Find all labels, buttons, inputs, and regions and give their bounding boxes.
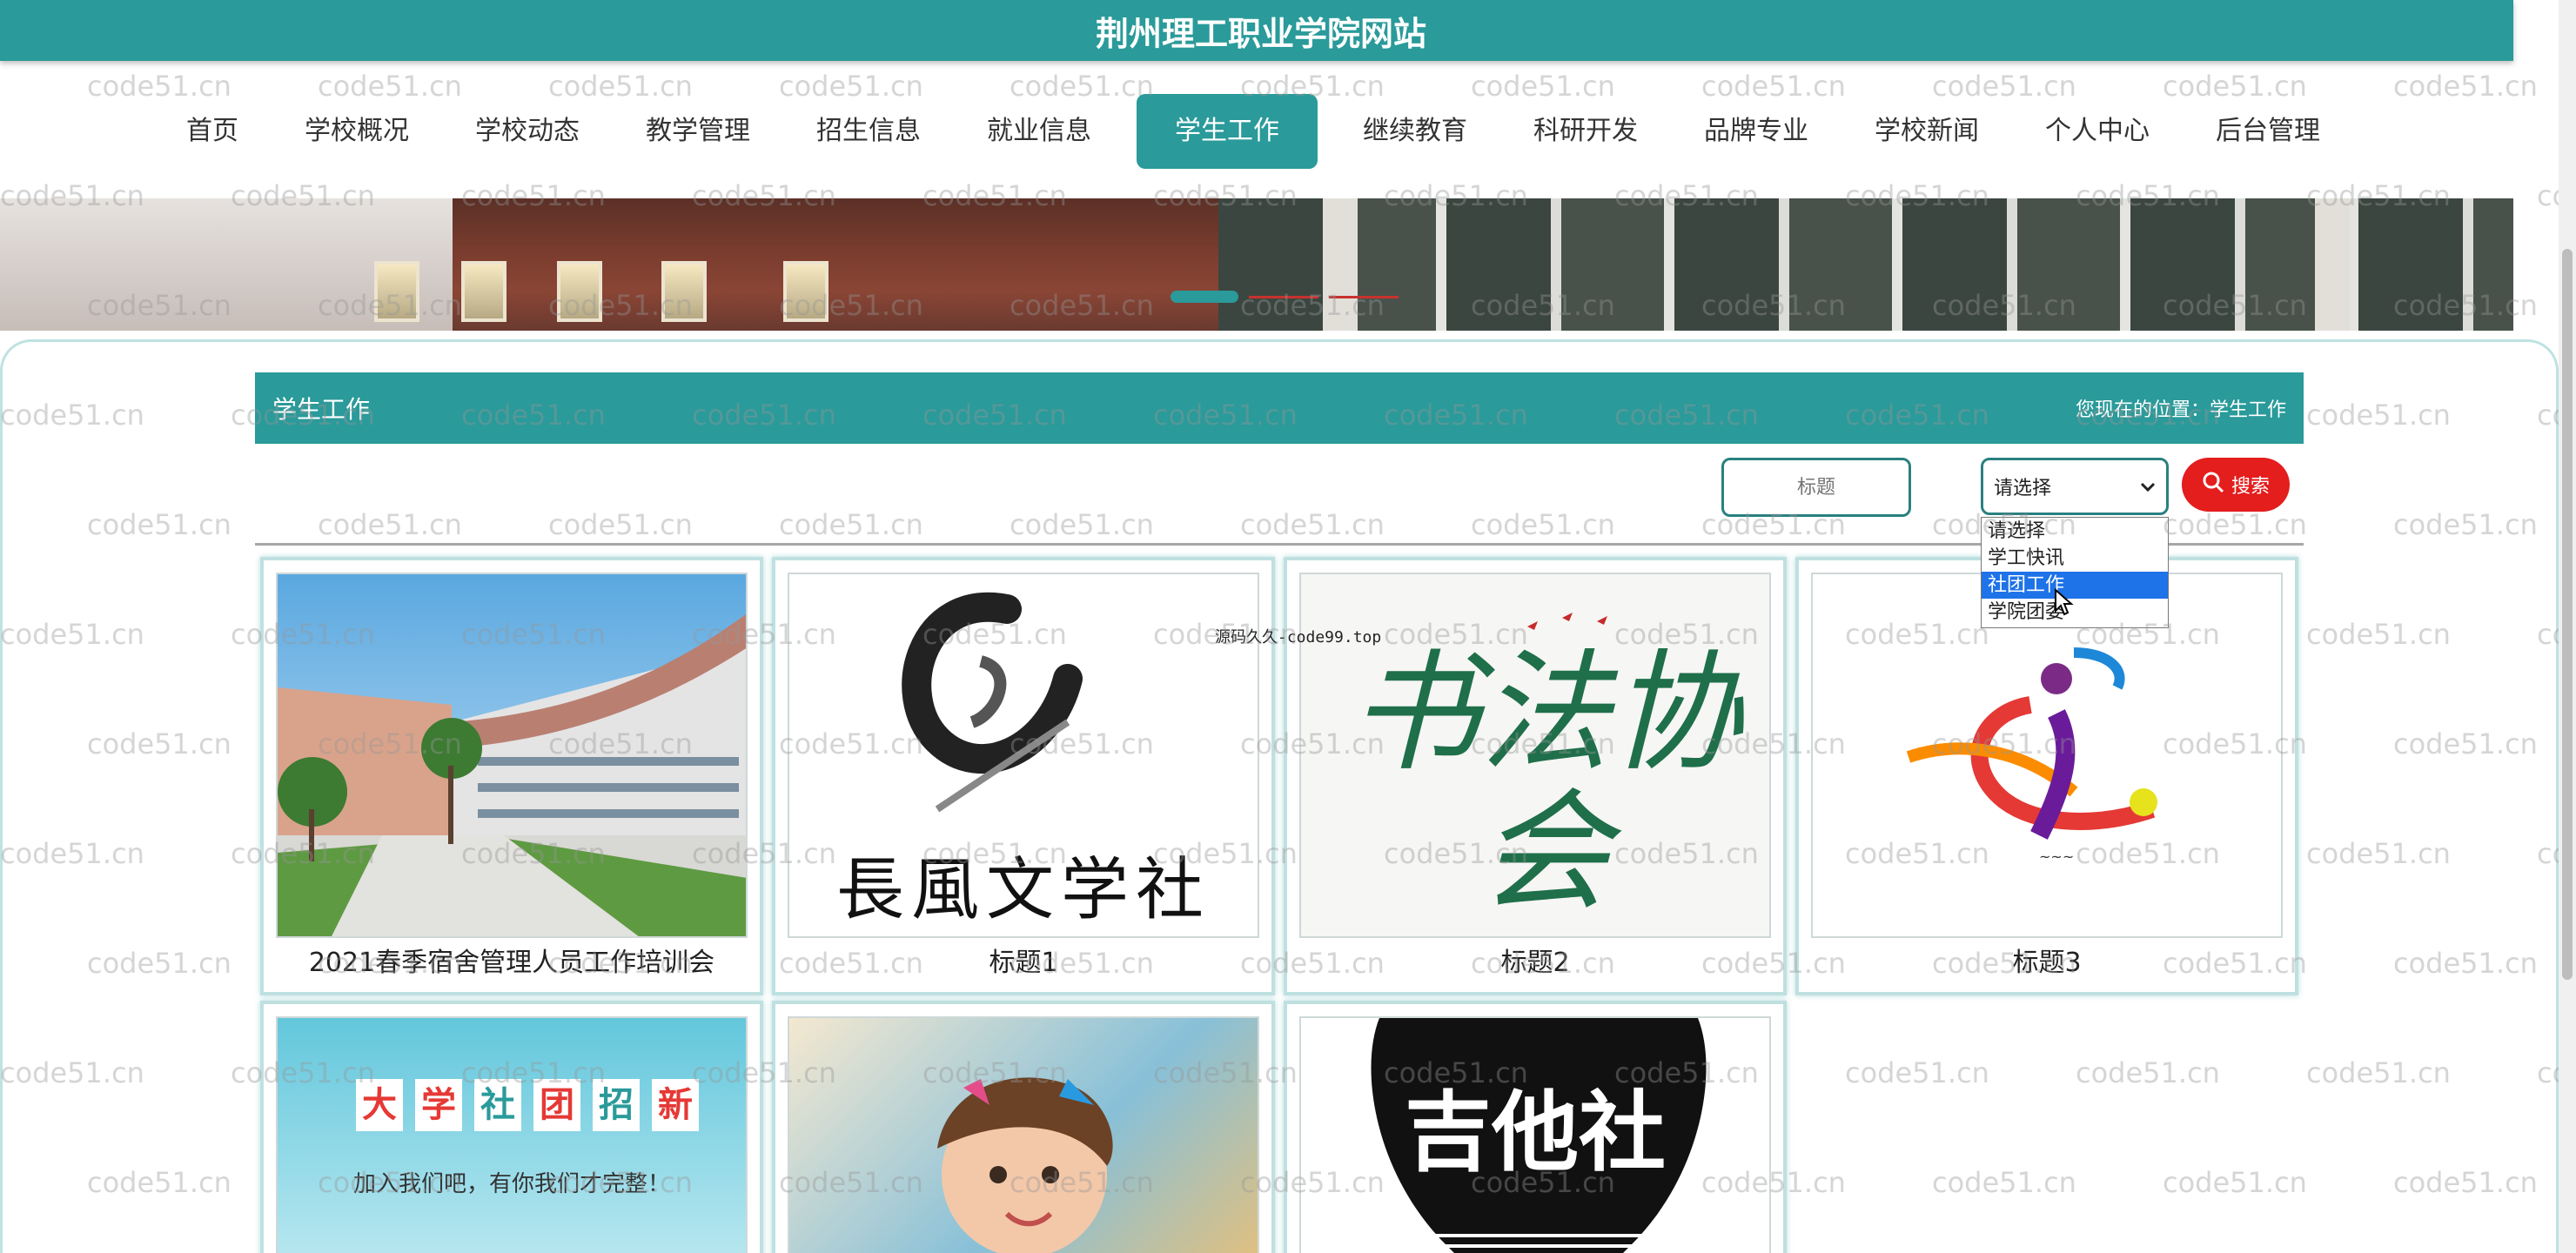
carousel-dot-active[interactable] (1171, 291, 1238, 303)
nav-admissions[interactable]: 招生信息 (795, 94, 942, 169)
nav-research[interactable]: 科研开发 (1513, 94, 1659, 169)
banner-column (2315, 198, 2350, 331)
banner-window (461, 261, 506, 322)
recruitment-badges: 大 学 社 团 招 新 (356, 1079, 699, 1131)
title-search-input[interactable] (1721, 458, 1911, 517)
nav-home[interactable]: 首页 (165, 94, 259, 169)
recruitment-char: 大 (356, 1079, 403, 1131)
card-image-text: 书法协会 (1348, 638, 1741, 928)
nav-continuing-education[interactable]: 继续教育 (1342, 94, 1488, 169)
nav-employment[interactable]: 就业信息 (966, 94, 1112, 169)
article-card[interactable]: 吉他社 (1284, 1001, 1787, 1253)
banner-window (783, 261, 828, 322)
card-image[interactable] (276, 573, 748, 938)
sports-figure-logo-icon: ~~~ (1813, 574, 2281, 936)
nav-admin[interactable]: 后台管理 (2195, 94, 2341, 169)
dropdown-option[interactable]: 学院团委 (1982, 599, 2168, 626)
nav-personal-center[interactable]: 个人中心 (2024, 94, 2170, 169)
recruitment-subtext: 加入我们吧，有你我们才完整！ (352, 1171, 670, 1197)
watermark-text: code51.cn (2537, 179, 2559, 212)
card-image[interactable] (788, 1016, 1259, 1253)
article-card[interactable]: 2021春季宿舍管理人员工作培训会 (260, 557, 763, 995)
card-image-text: 吉他社 (1405, 1082, 1666, 1183)
search-button-label: 搜索 (2231, 476, 2270, 498)
card-image[interactable]: 大 学 社 团 招 新 加入我们吧，有你我们才完整！ (276, 1016, 748, 1253)
search-button[interactable]: 搜索 (2182, 458, 2290, 512)
site-title: 荆州理工职业学院网站 (1095, 14, 1426, 53)
dropdown-option[interactable]: 学工快讯 (1982, 545, 2168, 572)
article-card[interactable]: 书法协会 标题2 (1284, 557, 1787, 995)
carousel-dot[interactable] (1329, 295, 1399, 298)
article-card[interactable] (772, 1001, 1275, 1253)
site-header: 荆州理工职业学院网站 (0, 0, 2513, 61)
recruitment-char: 招 (593, 1079, 640, 1131)
article-card[interactable]: 長風文学社 标题1 (772, 557, 1275, 995)
mouse-cursor-icon (2055, 588, 2074, 616)
nav-student-work[interactable]: 学生工作 (1137, 94, 1318, 169)
hero-banner (0, 198, 2513, 331)
dropdown-option-highlighted[interactable]: 社团工作 (1982, 572, 2168, 599)
article-card[interactable]: 大 学 社 团 招 新 加入我们吧，有你我们才完整！ (260, 1001, 763, 1253)
breadcrumb-label: 您现在的位置： (2075, 399, 2210, 421)
section-header: 学生工作 您现在的位置： 学生工作 (255, 372, 2304, 444)
carousel-indicators (1171, 291, 1399, 303)
nav-teaching-management[interactable]: 教学管理 (625, 94, 771, 169)
search-icon (2202, 471, 2224, 499)
scrollbar-thumb[interactable] (2562, 249, 2573, 980)
category-select-value: 请选择 (1994, 478, 2052, 499)
nav-school-updates[interactable]: 学校动态 (454, 94, 600, 169)
category-select[interactable]: 请选择 (1981, 458, 2169, 515)
nav-school-news[interactable]: 学校新闻 (1854, 94, 2000, 169)
card-title[interactable]: 标题1 (788, 938, 1259, 992)
recruitment-char: 新 (652, 1079, 699, 1131)
overlay-watermark-text: 源码久久-code99.top (1215, 628, 1382, 647)
card-image-text: 長風文学社 (835, 851, 1211, 929)
chevron-down-icon (2140, 476, 2156, 497)
carousel-dot[interactable] (1249, 295, 1318, 298)
main-nav: 首页 学校概况 学校动态 教学管理 招生信息 就业信息 学生工作 继续教育 科研… (165, 94, 2365, 169)
campus-building-photo-icon (278, 574, 746, 936)
recruitment-char: 学 (415, 1079, 462, 1131)
banner-window (557, 261, 602, 322)
section-title: 学生工作 (272, 395, 371, 424)
card-image[interactable]: 吉他社 (1299, 1016, 1771, 1253)
nav-school-overview[interactable]: 学校概况 (284, 94, 430, 169)
banner-window (374, 261, 419, 322)
watermark-text: code51.cn (2393, 70, 2538, 103)
dropdown-option[interactable]: 请选择 (1982, 518, 2168, 545)
svg-text:~~~: ~~~ (2039, 848, 2074, 865)
recruitment-char: 社 (474, 1079, 521, 1131)
banner-column (1323, 198, 1358, 331)
girl-face-paint-photo-icon (937, 1077, 1113, 1253)
nav-brand-majors[interactable]: 品牌专业 (1683, 94, 1829, 169)
card-title[interactable]: 2021春季宿舍管理人员工作培训会 (276, 938, 748, 992)
breadcrumb: 您现在的位置： 学生工作 (2076, 394, 2286, 422)
category-dropdown-list: 请选择 学工快讯 社团工作 学院团委 (1981, 517, 2169, 628)
card-title[interactable]: 标题3 (1811, 938, 2283, 992)
breadcrumb-current[interactable]: 学生工作 (2210, 394, 2286, 422)
recruitment-char: 团 (533, 1079, 580, 1131)
card-image[interactable]: 長風文学社 (788, 573, 1259, 938)
card-title[interactable]: 标题2 (1299, 938, 1771, 992)
banner-window (661, 261, 707, 322)
